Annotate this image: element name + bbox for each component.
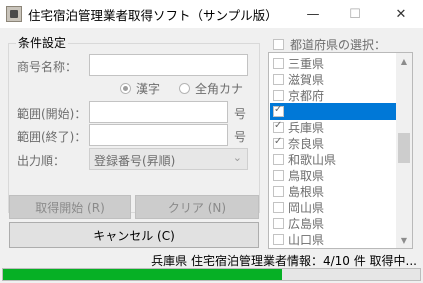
prefecture-checkbox[interactable] xyxy=(273,90,284,101)
prefecture-checkbox[interactable] xyxy=(273,154,284,165)
radio-kana[interactable]: 全角カナ xyxy=(179,80,243,97)
radio-kanji[interactable]: 漢字 xyxy=(120,80,160,97)
window-title: 住宅宿泊管理業者取得ソフト（サンプル版） xyxy=(28,8,278,23)
prefecture-label: 京都府 xyxy=(288,89,325,103)
prefecture-item[interactable]: 広島県 xyxy=(270,215,397,232)
prefecture-checkbox[interactable] xyxy=(273,104,284,117)
range-start-unit: 号 xyxy=(234,107,247,121)
prefecture-label: 兵庫県 xyxy=(288,121,325,135)
cancel-button[interactable]: キャンセル (C) xyxy=(9,222,259,248)
range-end-unit: 号 xyxy=(234,130,247,144)
prefecture-label: 滋賀県 xyxy=(288,73,325,87)
prefecture-item[interactable]: 奈良県 xyxy=(270,135,397,152)
conditions-group-title: 条件設定 xyxy=(16,34,69,51)
prefecture-checkbox[interactable] xyxy=(273,58,284,69)
prefecture-checkbox[interactable] xyxy=(273,202,284,213)
range-start-label: 範囲(開始)： xyxy=(17,107,87,121)
maximize-button[interactable]: ☐ xyxy=(333,0,377,28)
list-scrollbar[interactable]: ▲ ▼ xyxy=(396,53,412,248)
output-order-value: 登録番号(昇順) xyxy=(94,154,176,168)
prefecture-checkbox[interactable] xyxy=(273,186,284,197)
prefecture-item[interactable]: 兵庫県 xyxy=(270,119,397,136)
prefecture-checkbox[interactable] xyxy=(273,136,284,149)
prefecture-label: 和歌山県 xyxy=(288,153,337,167)
output-order-select[interactable]: 登録番号(昇順) ⌄ xyxy=(89,148,248,170)
radio-kanji-label: 漢字 xyxy=(136,82,161,96)
app-icon xyxy=(6,6,22,22)
prefecture-item[interactable]: 滋賀県 xyxy=(270,71,397,88)
prefecture-item[interactable]: 三重県 xyxy=(270,55,397,72)
progress-bar xyxy=(2,268,421,281)
prefecture-item[interactable]: 京都府 xyxy=(270,87,397,104)
prefecture-item[interactable]: 岡山県 xyxy=(270,199,397,216)
range-end-label: 範囲(終了)： xyxy=(17,130,87,144)
prefecture-label: 岡山県 xyxy=(288,201,325,215)
trade-name-input[interactable] xyxy=(89,54,248,76)
range-start-input[interactable] xyxy=(89,101,228,123)
clear-button[interactable]: クリア (N) xyxy=(135,195,259,219)
output-order-label: 出力順： xyxy=(17,154,66,168)
select-all-label: 都道府県の選択： xyxy=(290,38,387,52)
prefecture-item[interactable]: 島根県 xyxy=(270,183,397,200)
progress-fill xyxy=(3,269,283,280)
minimize-button[interactable]: — xyxy=(291,0,335,28)
trade-name-label: 商号名称： xyxy=(17,60,78,74)
prefecture-label: 鳥取県 xyxy=(288,169,325,183)
scroll-up-icon[interactable]: ▲ xyxy=(396,53,412,69)
close-button[interactable]: ✕ xyxy=(379,0,423,28)
range-end-input[interactable] xyxy=(89,124,228,146)
prefecture-list[interactable]: 三重県滋賀県京都府兵庫県奈良県和歌山県鳥取県島根県岡山県広島県山口県 ▲ ▼ xyxy=(268,52,413,249)
chevron-down-icon: ⌄ xyxy=(232,151,242,164)
prefecture-checkbox[interactable] xyxy=(273,218,284,229)
select-all-prefectures[interactable]: 都道府県の選択： xyxy=(273,36,386,53)
prefecture-item[interactable]: 山口県 xyxy=(270,231,397,248)
prefecture-item[interactable]: 鳥取県 xyxy=(270,167,397,184)
prefecture-checkbox[interactable] xyxy=(273,74,284,85)
prefecture-item[interactable]: 和歌山県 xyxy=(270,151,397,168)
prefecture-checkbox[interactable] xyxy=(273,234,284,245)
prefecture-label: 奈良県 xyxy=(288,137,325,151)
prefecture-label: 山口県 xyxy=(288,233,325,247)
prefecture-label: 島根県 xyxy=(288,185,325,199)
status-text: 兵庫県 住宅宿泊管理業者情報：4/10 件 取得中... xyxy=(151,254,417,268)
scroll-down-icon[interactable]: ▼ xyxy=(396,232,412,248)
select-all-checkbox[interactable] xyxy=(273,39,284,50)
prefecture-label: 広島県 xyxy=(288,217,325,231)
prefecture-item[interactable] xyxy=(270,103,397,120)
radio-kanji-dot xyxy=(120,83,131,94)
radio-kana-label: 全角カナ xyxy=(195,82,244,96)
title-bar: 住宅宿泊管理業者取得ソフト（サンプル版） — ☐ ✕ xyxy=(0,0,423,28)
scroll-thumb[interactable] xyxy=(398,133,410,163)
main-panel: 条件設定 商号名称： 漢字 全角カナ 範囲(開始)： 号 範囲(終了)： 号 出… xyxy=(0,28,423,283)
start-button[interactable]: 取得開始 (R) xyxy=(9,195,131,219)
prefecture-checkbox[interactable] xyxy=(273,120,284,133)
prefecture-checkbox[interactable] xyxy=(273,170,284,181)
radio-kana-dot xyxy=(179,83,190,94)
prefecture-label: 三重県 xyxy=(288,57,325,71)
